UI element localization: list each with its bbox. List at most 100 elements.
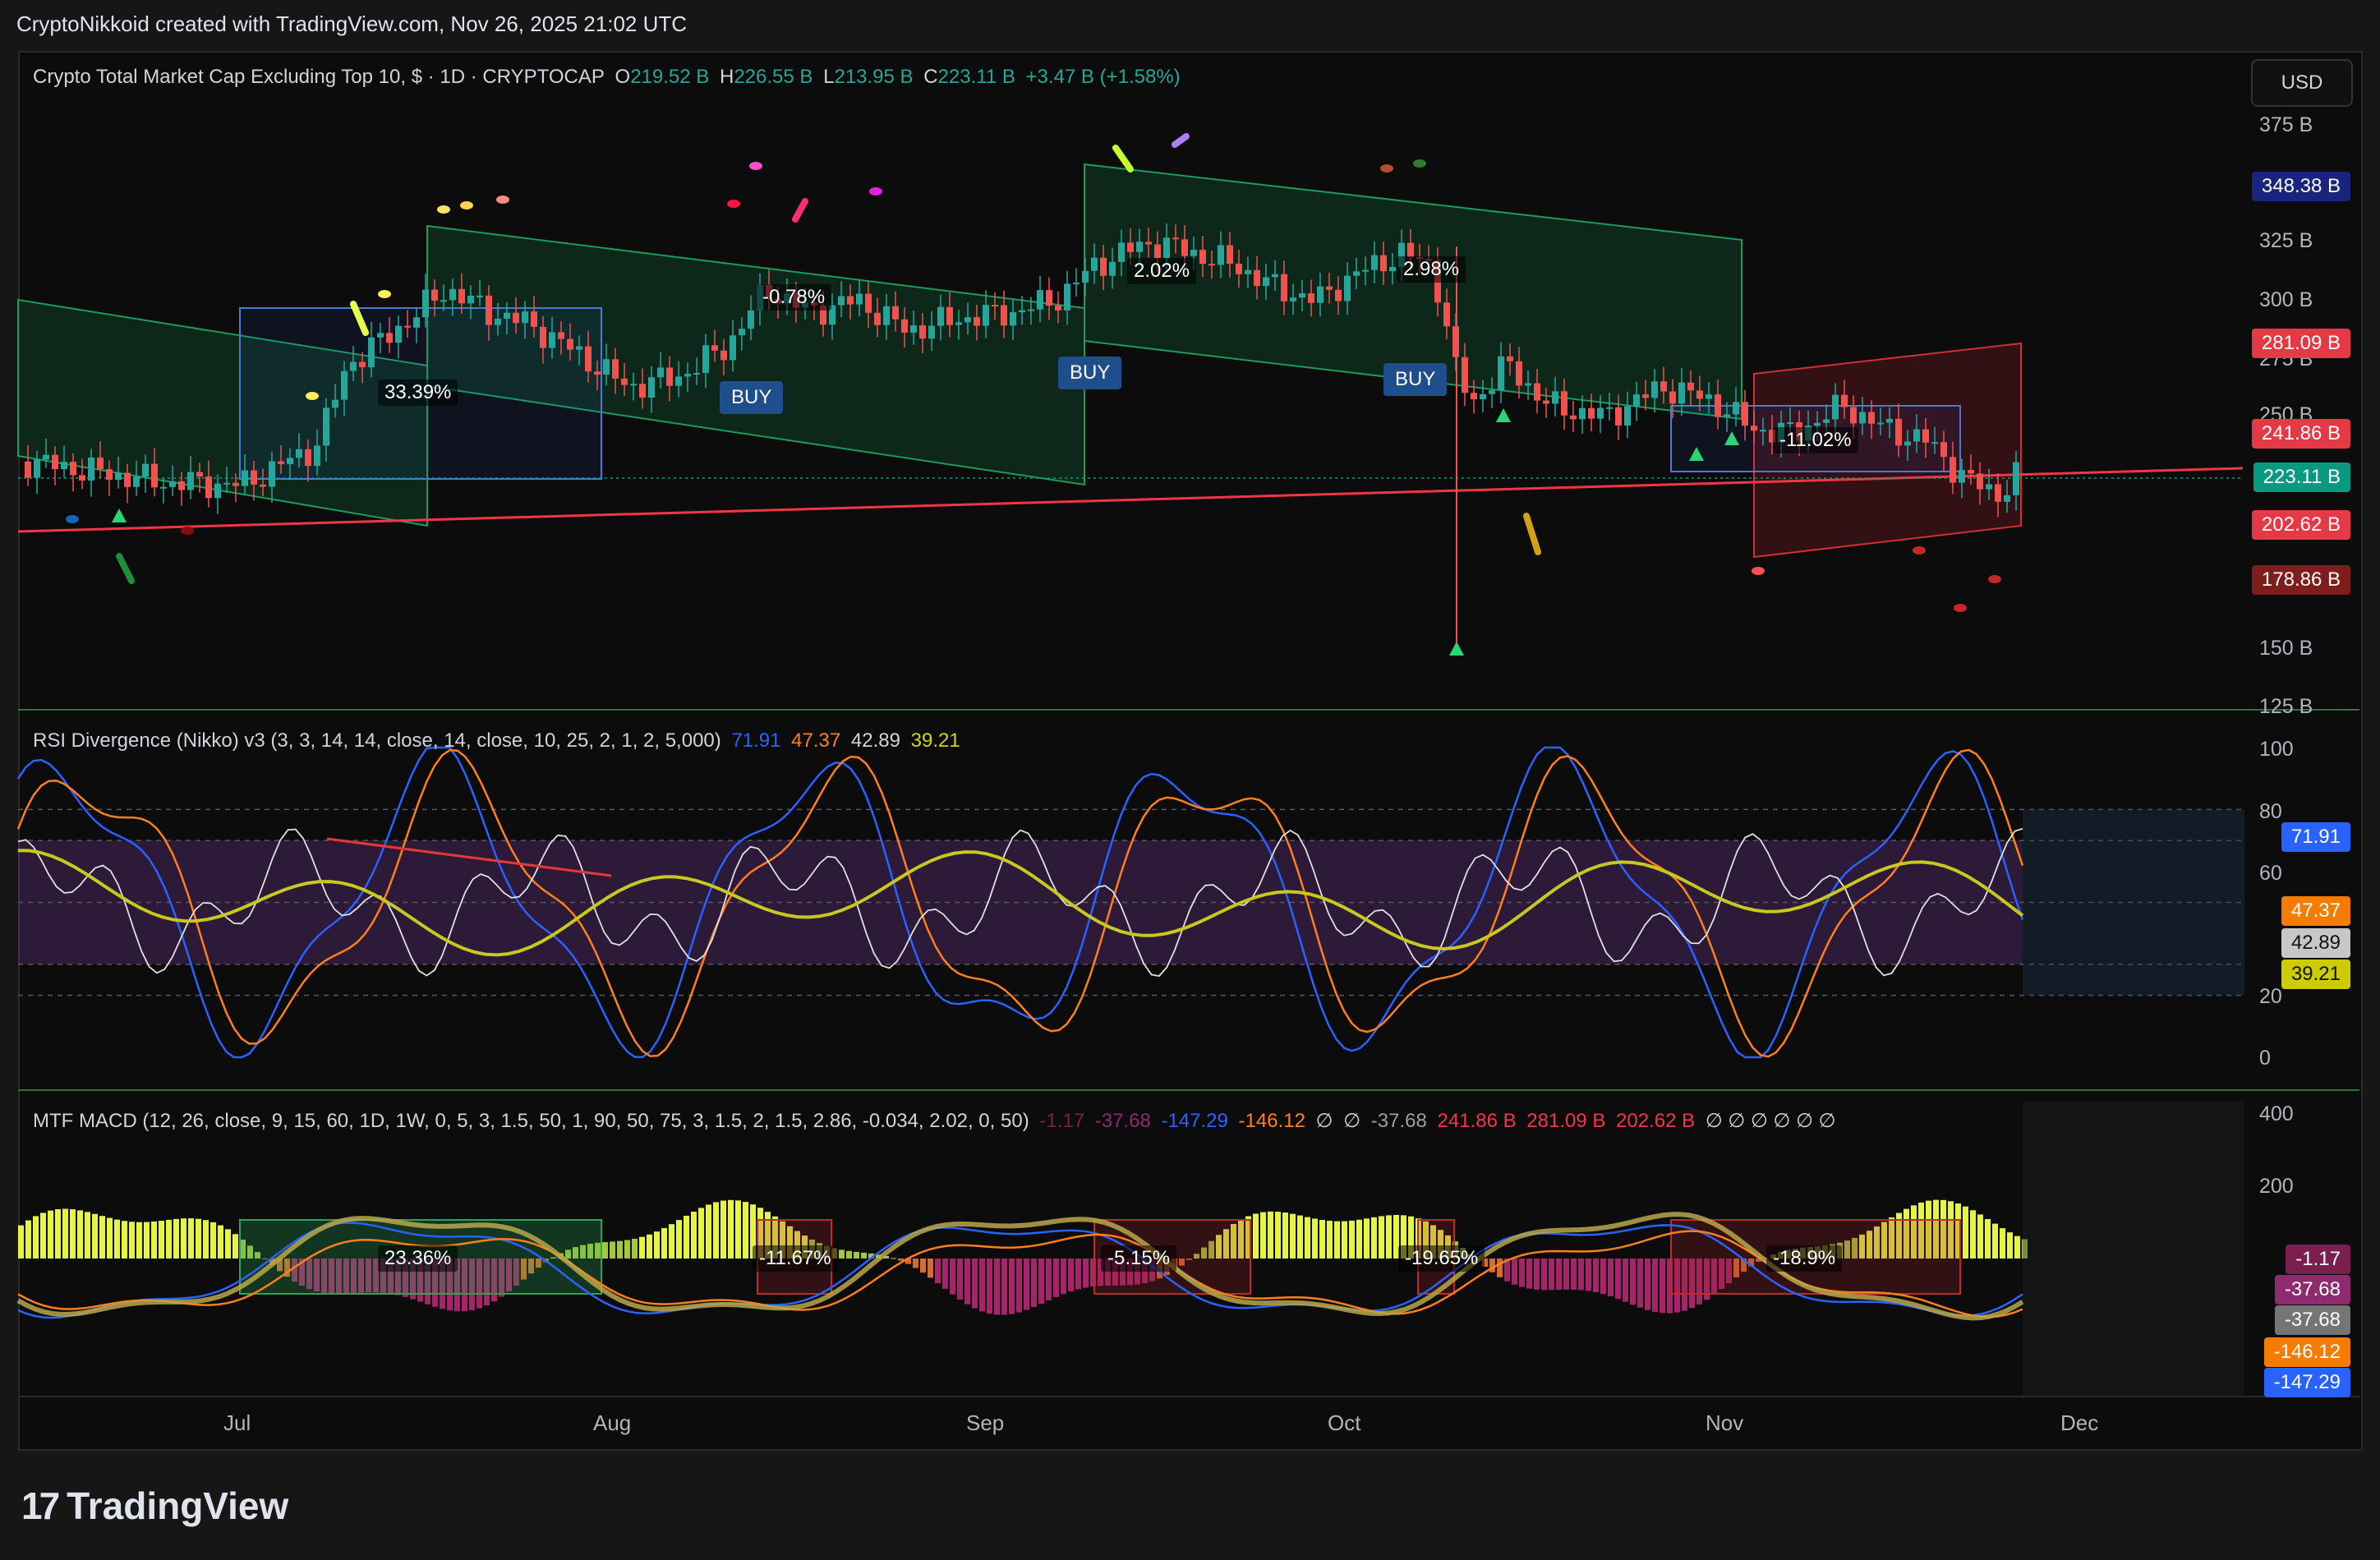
candle-body [1218, 245, 1224, 265]
macd-histogram-bar [1031, 1259, 1037, 1307]
candle-body [1190, 250, 1197, 256]
candle-body [43, 454, 49, 460]
macd-histogram-bar [1549, 1259, 1554, 1291]
macd-histogram-bar [92, 1213, 98, 1259]
rsi-tag: 71.91 [2281, 822, 2350, 852]
macd-histogram-bar [122, 1221, 127, 1259]
price-axis-label: 300 B [2259, 288, 2313, 311]
macd-histogram-bar [77, 1210, 83, 1259]
rsi-tag: 47.37 [2281, 896, 2350, 926]
macd-histogram-bar [1519, 1259, 1525, 1287]
candle-body [639, 384, 646, 398]
candle-body [1687, 382, 1694, 391]
candle-body [711, 345, 718, 351]
candle-body [1172, 237, 1179, 240]
candle-body [1326, 286, 1333, 290]
macd-tag: -37.68 [2274, 1305, 2350, 1335]
candle-body [223, 482, 230, 485]
currency-button[interactable]: USD [2251, 59, 2353, 107]
macd-histogram-bar [1497, 1259, 1503, 1277]
price-tag: 281.09 B [2251, 329, 2350, 358]
macd-histogram-bar [1312, 1218, 1318, 1259]
macd-histogram-bar [1009, 1259, 1015, 1314]
candle-body [34, 459, 40, 478]
macd-histogram-bar [928, 1259, 933, 1278]
candle-body [1579, 407, 1586, 420]
candle-body [1986, 484, 1992, 490]
candle-body [1950, 457, 1956, 483]
macd-value: 202.62 B [1616, 1110, 1696, 1132]
candle-body [730, 335, 736, 361]
rsi-legend: RSI Divergence (Nikko) v3 (3, 3, 14, 14,… [33, 729, 965, 752]
candle-body [946, 306, 953, 325]
macd-histogram-bar [1253, 1213, 1259, 1259]
macd-histogram-bar [602, 1242, 608, 1259]
candle-body [1931, 442, 1938, 444]
percent-annotation: 33.39% [378, 380, 458, 406]
candle-body [1145, 242, 1152, 245]
price-axis-label: 125 B [2259, 695, 2313, 718]
candle-body [1814, 422, 1821, 426]
macd-value: 281.09 B [1526, 1110, 1606, 1132]
candle-body [504, 312, 510, 319]
rsi-axis-label: 60 [2259, 862, 2282, 885]
symbol-title[interactable]: Crypto Total Market Cap Excluding Top 10… [33, 66, 605, 88]
macd-histogram-bar [1305, 1217, 1310, 1259]
candle-body [196, 472, 203, 477]
change-value: +3.47 B (+1.58%) [1025, 66, 1181, 88]
macd-histogram-bar [1615, 1259, 1621, 1300]
macd-histogram-bar [1637, 1259, 1643, 1308]
price-axis-label: 150 B [2259, 637, 2313, 660]
candle-body [1263, 277, 1269, 287]
candle-body [160, 486, 167, 489]
macd-histogram-bar [617, 1240, 623, 1259]
candle-body [1480, 393, 1486, 400]
candle-body [1371, 255, 1378, 270]
main-legend: Crypto Total Market Cap Excluding Top 10… [33, 66, 1185, 89]
candle-body [1344, 275, 1351, 301]
candle-body [242, 470, 248, 486]
macd-histogram-bar [129, 1222, 135, 1259]
candle-body [467, 296, 474, 304]
macd-title[interactable]: MTF MACD (12, 26, close, 9, 15, 60, 1D, … [33, 1110, 1029, 1132]
candle-body [1073, 283, 1080, 285]
close-label: C [923, 66, 938, 88]
macd-value: ∅ ∅ ∅ ∅ ∅ ∅ [1705, 1110, 1836, 1132]
macd-histogram-bar [2014, 1236, 2020, 1259]
candle-body [1516, 361, 1522, 386]
candle-body [431, 289, 438, 301]
macd-histogram-bar [40, 1213, 46, 1259]
candle-body [115, 472, 122, 481]
rsi-title[interactable]: RSI Divergence (Nikko) v3 (3, 3, 14, 14,… [33, 729, 721, 752]
macd-histogram-bar [1083, 1259, 1089, 1288]
macd-histogram-bar [159, 1220, 164, 1259]
candle-body [1552, 391, 1558, 404]
candle-body [1335, 289, 1342, 301]
macd-histogram-bar [70, 1209, 76, 1259]
candle-body [874, 312, 881, 325]
macd-histogram-bar [854, 1251, 859, 1259]
candle-body [1208, 264, 1215, 266]
candle-body [1507, 356, 1513, 361]
signal-dot [181, 527, 194, 535]
candle-body [1995, 484, 2001, 502]
candle-body [1886, 418, 1893, 423]
macd-annotation: -5.15% [1101, 1245, 1177, 1272]
candle-body [621, 378, 628, 385]
tradingview-logo-icon: 17 [21, 1484, 60, 1527]
candle-body [1272, 274, 1278, 278]
candle-body [883, 306, 890, 325]
macd-annotation: 23.36% [378, 1245, 458, 1272]
macd-tag: -37.68 [2274, 1275, 2350, 1305]
rsi-axis-label: 100 [2259, 738, 2294, 761]
macd-histogram-bar [1630, 1259, 1636, 1305]
macd-histogram-bar [972, 1259, 978, 1309]
signal-dot [1380, 164, 1393, 173]
macd-histogram-bar [728, 1199, 734, 1259]
tradingview-logo[interactable]: 17 TradingView [21, 1484, 288, 1528]
candle-body [540, 326, 546, 348]
chart-canvas[interactable] [0, 0, 2380, 1560]
rsi-value: 71.91 [731, 729, 781, 752]
candle-body [1669, 391, 1676, 404]
macd-histogram-bar [1371, 1217, 1377, 1259]
